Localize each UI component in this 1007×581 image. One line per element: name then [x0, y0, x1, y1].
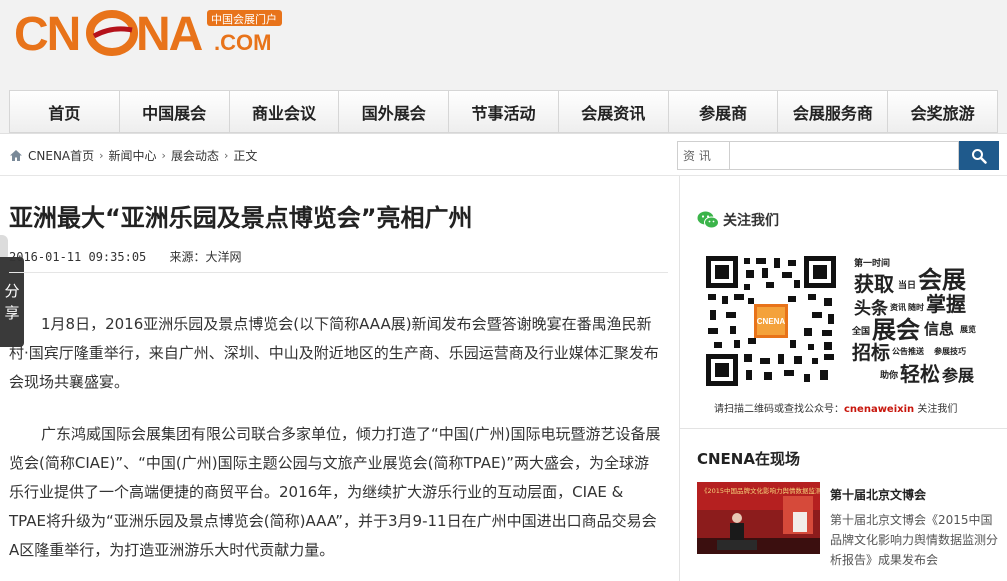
breadcrumb-home[interactable]: CNENA首页 — [28, 147, 94, 164]
article-divider — [9, 272, 668, 273]
news-title[interactable]: 第十届北京文博会 — [830, 486, 926, 503]
nav-item-foreign-exhibitions[interactable]: 国外展会 — [339, 91, 450, 132]
follow-us-title: 关注我们 — [723, 213, 779, 229]
breadcrumb-news-center[interactable]: 新闻中心 — [109, 147, 157, 164]
breadcrumb: CNENA首页 › 新闻中心 › 展会动态 › 正文 — [9, 147, 257, 164]
news-description[interactable]: 第十届北京文博会《2015中国品牌文化影响力舆情数据监测分析报告》成果发布会 — [830, 510, 1002, 570]
chevron-right-icon: › — [223, 149, 229, 162]
logo-tagline: 中国会展门户 — [211, 12, 277, 26]
search-box: 资 讯 — [677, 141, 999, 170]
svg-text:NA: NA — [136, 8, 203, 58]
breadcrumb-exhibition-updates[interactable]: 展会动态 — [171, 147, 219, 164]
article-paragraph: 1月8日，2016亚洲乐园及景点博览会(以下简称AAA展)新闻发布会暨答谢晚宴在… — [9, 315, 659, 391]
promo-slogan: 第一时间 获取 当日 会展 头条 资讯 随时 掌握 全国 展会 信息 展览 招标… — [852, 259, 976, 386]
article: 亚洲最大“亚洲乐园及景点博览会”亮相广州 2016-01-11 09:35:05… — [9, 176, 668, 581]
article-datetime: 2016-01-11 09:35:05 — [9, 250, 147, 264]
onsite-section-title: CNENA在现场 — [697, 450, 800, 468]
nav-item-china-exhibitions[interactable]: 中国展会 — [120, 91, 230, 132]
main-nav: 首页 中国展会 商业会议 国外展会 节事活动 会展资讯 参展商 会展服务商 会奖… — [9, 90, 998, 133]
wechat-icon — [697, 211, 719, 229]
nav-item-service-providers[interactable]: 会展服务商 — [778, 91, 889, 132]
chevron-right-icon: › — [161, 149, 166, 162]
breadcrumb-current: 正文 — [233, 149, 258, 163]
article-paragraph: 广东鸿威国际会展集团有限公司联合多家单位，倾力打造了“中国(广州)国际电玩暨游艺… — [9, 425, 661, 559]
nav-item-festival-events[interactable]: 节事活动 — [449, 91, 559, 132]
wechat-account: cnenaweixin — [844, 404, 915, 415]
chevron-right-icon: › — [99, 149, 104, 162]
article-source: 来源：大洋网 — [169, 250, 242, 264]
svg-text:CN: CN — [14, 8, 79, 58]
wechat-promo: CNENA 第一时间 获取 当日 会展 头条 资讯 随时 掌握 全国 展会 信息… — [704, 254, 984, 389]
article-meta: 2016-01-11 09:35:05 来源：大洋网 — [9, 248, 258, 265]
nav-item-mice-travel[interactable]: 会奖旅游 — [888, 91, 997, 132]
article-title: 亚洲最大“亚洲乐园及景点博览会”亮相广州 — [9, 204, 473, 232]
column-divider — [679, 176, 680, 581]
nav-item-exhibition-news[interactable]: 会展资讯 — [559, 91, 669, 132]
site-logo[interactable]: CN NA 中国会展门户 .COM — [14, 6, 284, 58]
nav-item-home[interactable]: 首页 — [10, 91, 120, 132]
search-button[interactable] — [959, 141, 999, 170]
home-icon — [9, 149, 23, 162]
svg-text:.COM: .COM — [214, 30, 271, 55]
news-thumbnail[interactable]: 《2015中国品牌文化影响力舆情数据监测分析报告》 — [697, 482, 820, 554]
nav-item-exhibitors[interactable]: 参展商 — [669, 91, 779, 132]
search-scope-select[interactable]: 资 讯 — [677, 141, 729, 170]
thumbnail-caption: 《2015中国品牌文化影响力舆情数据监测分析报告》 — [701, 486, 820, 495]
search-icon — [972, 148, 987, 164]
sidebar-divider — [680, 428, 1007, 429]
qr-badge-text: CNENA — [757, 317, 786, 326]
site-header: CN NA 中国会展门户 .COM 首页 中国展会 商业会议 国外展会 节事活动… — [0, 0, 1007, 134]
follow-tip: 请扫描二维码或查找公众号：cnenaweixin 关注我们 — [714, 404, 958, 415]
follow-us-heading: 关注我们 — [697, 210, 779, 230]
nav-item-business-meetings[interactable]: 商业会议 — [230, 91, 340, 132]
search-input[interactable] — [729, 141, 959, 170]
qr-code[interactable]: CNENA — [704, 254, 838, 388]
